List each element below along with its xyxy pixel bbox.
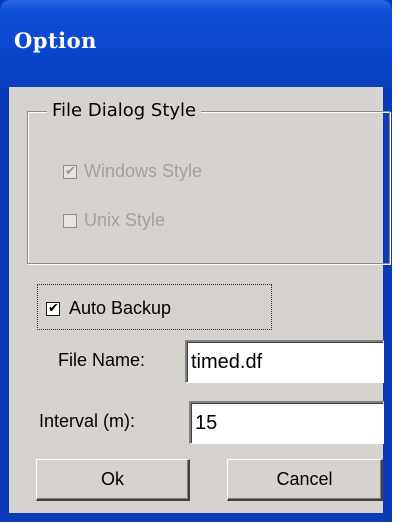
- windows-style-label: Windows Style: [84, 161, 203, 181]
- check-icon: ✔: [65, 164, 76, 179]
- windows-style-checkbox[interactable]: ✔: [63, 165, 77, 179]
- title-bar[interactable]: Option: [0, 0, 392, 87]
- file-dialog-style-group: [27, 111, 390, 264]
- auto-backup-checkbox[interactable]: ✔: [46, 302, 60, 316]
- file-name-input[interactable]: timed.df: [185, 340, 384, 383]
- check-icon: ✔: [48, 301, 59, 316]
- interval-input[interactable]: 15: [189, 401, 384, 444]
- unix-style-label: Unix Style: [84, 210, 166, 230]
- cancel-button[interactable]: Cancel: [227, 459, 383, 501]
- file-dialog-style-label: File Dialog Style: [47, 100, 202, 121]
- unix-style-checkbox[interactable]: [63, 214, 77, 228]
- auto-backup-label: Auto Backup: [69, 298, 172, 318]
- file-name-label: File Name:: [58, 350, 146, 370]
- dialog-title: Option: [14, 28, 97, 53]
- interval-label: Interval (m):: [39, 411, 136, 431]
- ok-button[interactable]: Ok: [36, 459, 190, 501]
